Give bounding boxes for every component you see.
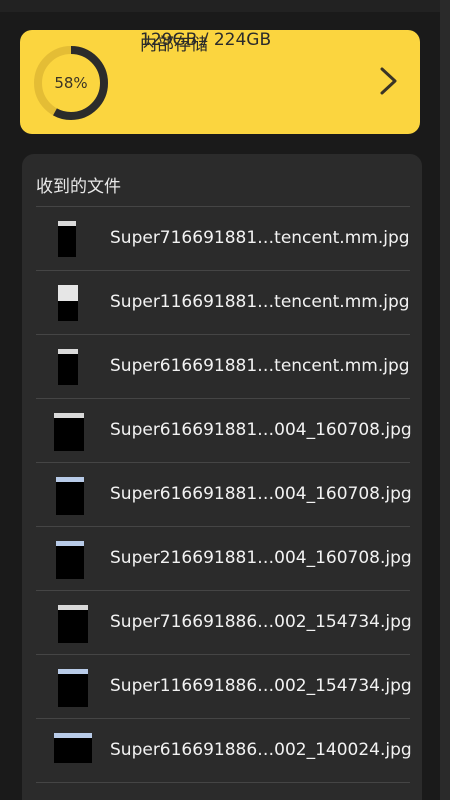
file-row[interactable]: Super616691881…004_160708.jpg <box>36 463 412 527</box>
file-thumbnail <box>56 541 84 579</box>
file-name: Super616691881…004_160708.jpg <box>110 420 412 440</box>
file-name: Super616691881…004_160708.jpg <box>110 484 412 504</box>
status-bar-edge <box>0 0 450 12</box>
file-thumbnail <box>58 285 78 321</box>
chevron-right-icon[interactable] <box>376 64 402 98</box>
file-thumbnail <box>58 605 88 643</box>
file-thumbnail <box>54 733 92 763</box>
screen-edge <box>440 0 450 800</box>
file-thumbnail <box>56 477 84 515</box>
file-row[interactable]: Super116691881…tencent.mm.jpg <box>36 271 410 335</box>
file-row[interactable]: Super716691886…002_154734.jpg <box>36 591 412 655</box>
file-name: Super216691881…004_160708.jpg <box>110 548 412 568</box>
file-row[interactable]: Super216691881…004_160708.jpg <box>36 527 412 591</box>
file-name: Super616691886…002_140024.jpg <box>110 740 412 760</box>
storage-usage-ring: 58% <box>32 44 110 122</box>
file-name: Super616691881…tencent.mm.jpg <box>110 356 410 376</box>
file-thumbnail <box>58 221 76 257</box>
file-row[interactable]: Super616691886…002_140024.jpg <box>36 719 412 783</box>
file-row[interactable]: Super616691881…tencent.mm.jpg <box>36 335 410 399</box>
file-thumbnail <box>58 669 88 707</box>
file-name: Super716691886…002_154734.jpg <box>110 612 412 632</box>
file-row[interactable]: Super616691881…004_160708.jpg <box>36 399 412 463</box>
file-row[interactable]: Super116691886…002_154734.jpg <box>36 655 412 719</box>
file-thumbnail <box>54 413 84 451</box>
file-list: Super716691881…tencent.mm.jpg Super116691… <box>36 207 412 783</box>
storage-size: 129GB / 224GB <box>140 30 272 50</box>
file-thumbnail <box>58 349 78 385</box>
internal-storage-card[interactable]: 58% 内部存储 129GB / 224GB <box>20 30 420 134</box>
file-row[interactable]: Super716691881…tencent.mm.jpg <box>36 207 410 271</box>
storage-percent: 58% <box>54 74 88 92</box>
file-name: Super116691881…tencent.mm.jpg <box>110 292 410 312</box>
received-files-header: 收到的文件 <box>36 177 121 197</box>
received-files-panel: 收到的文件 Super716691881…tencent.mm.jpg Super… <box>22 154 422 800</box>
file-name: Super116691886…002_154734.jpg <box>110 676 412 696</box>
file-name: Super716691881…tencent.mm.jpg <box>110 228 410 248</box>
